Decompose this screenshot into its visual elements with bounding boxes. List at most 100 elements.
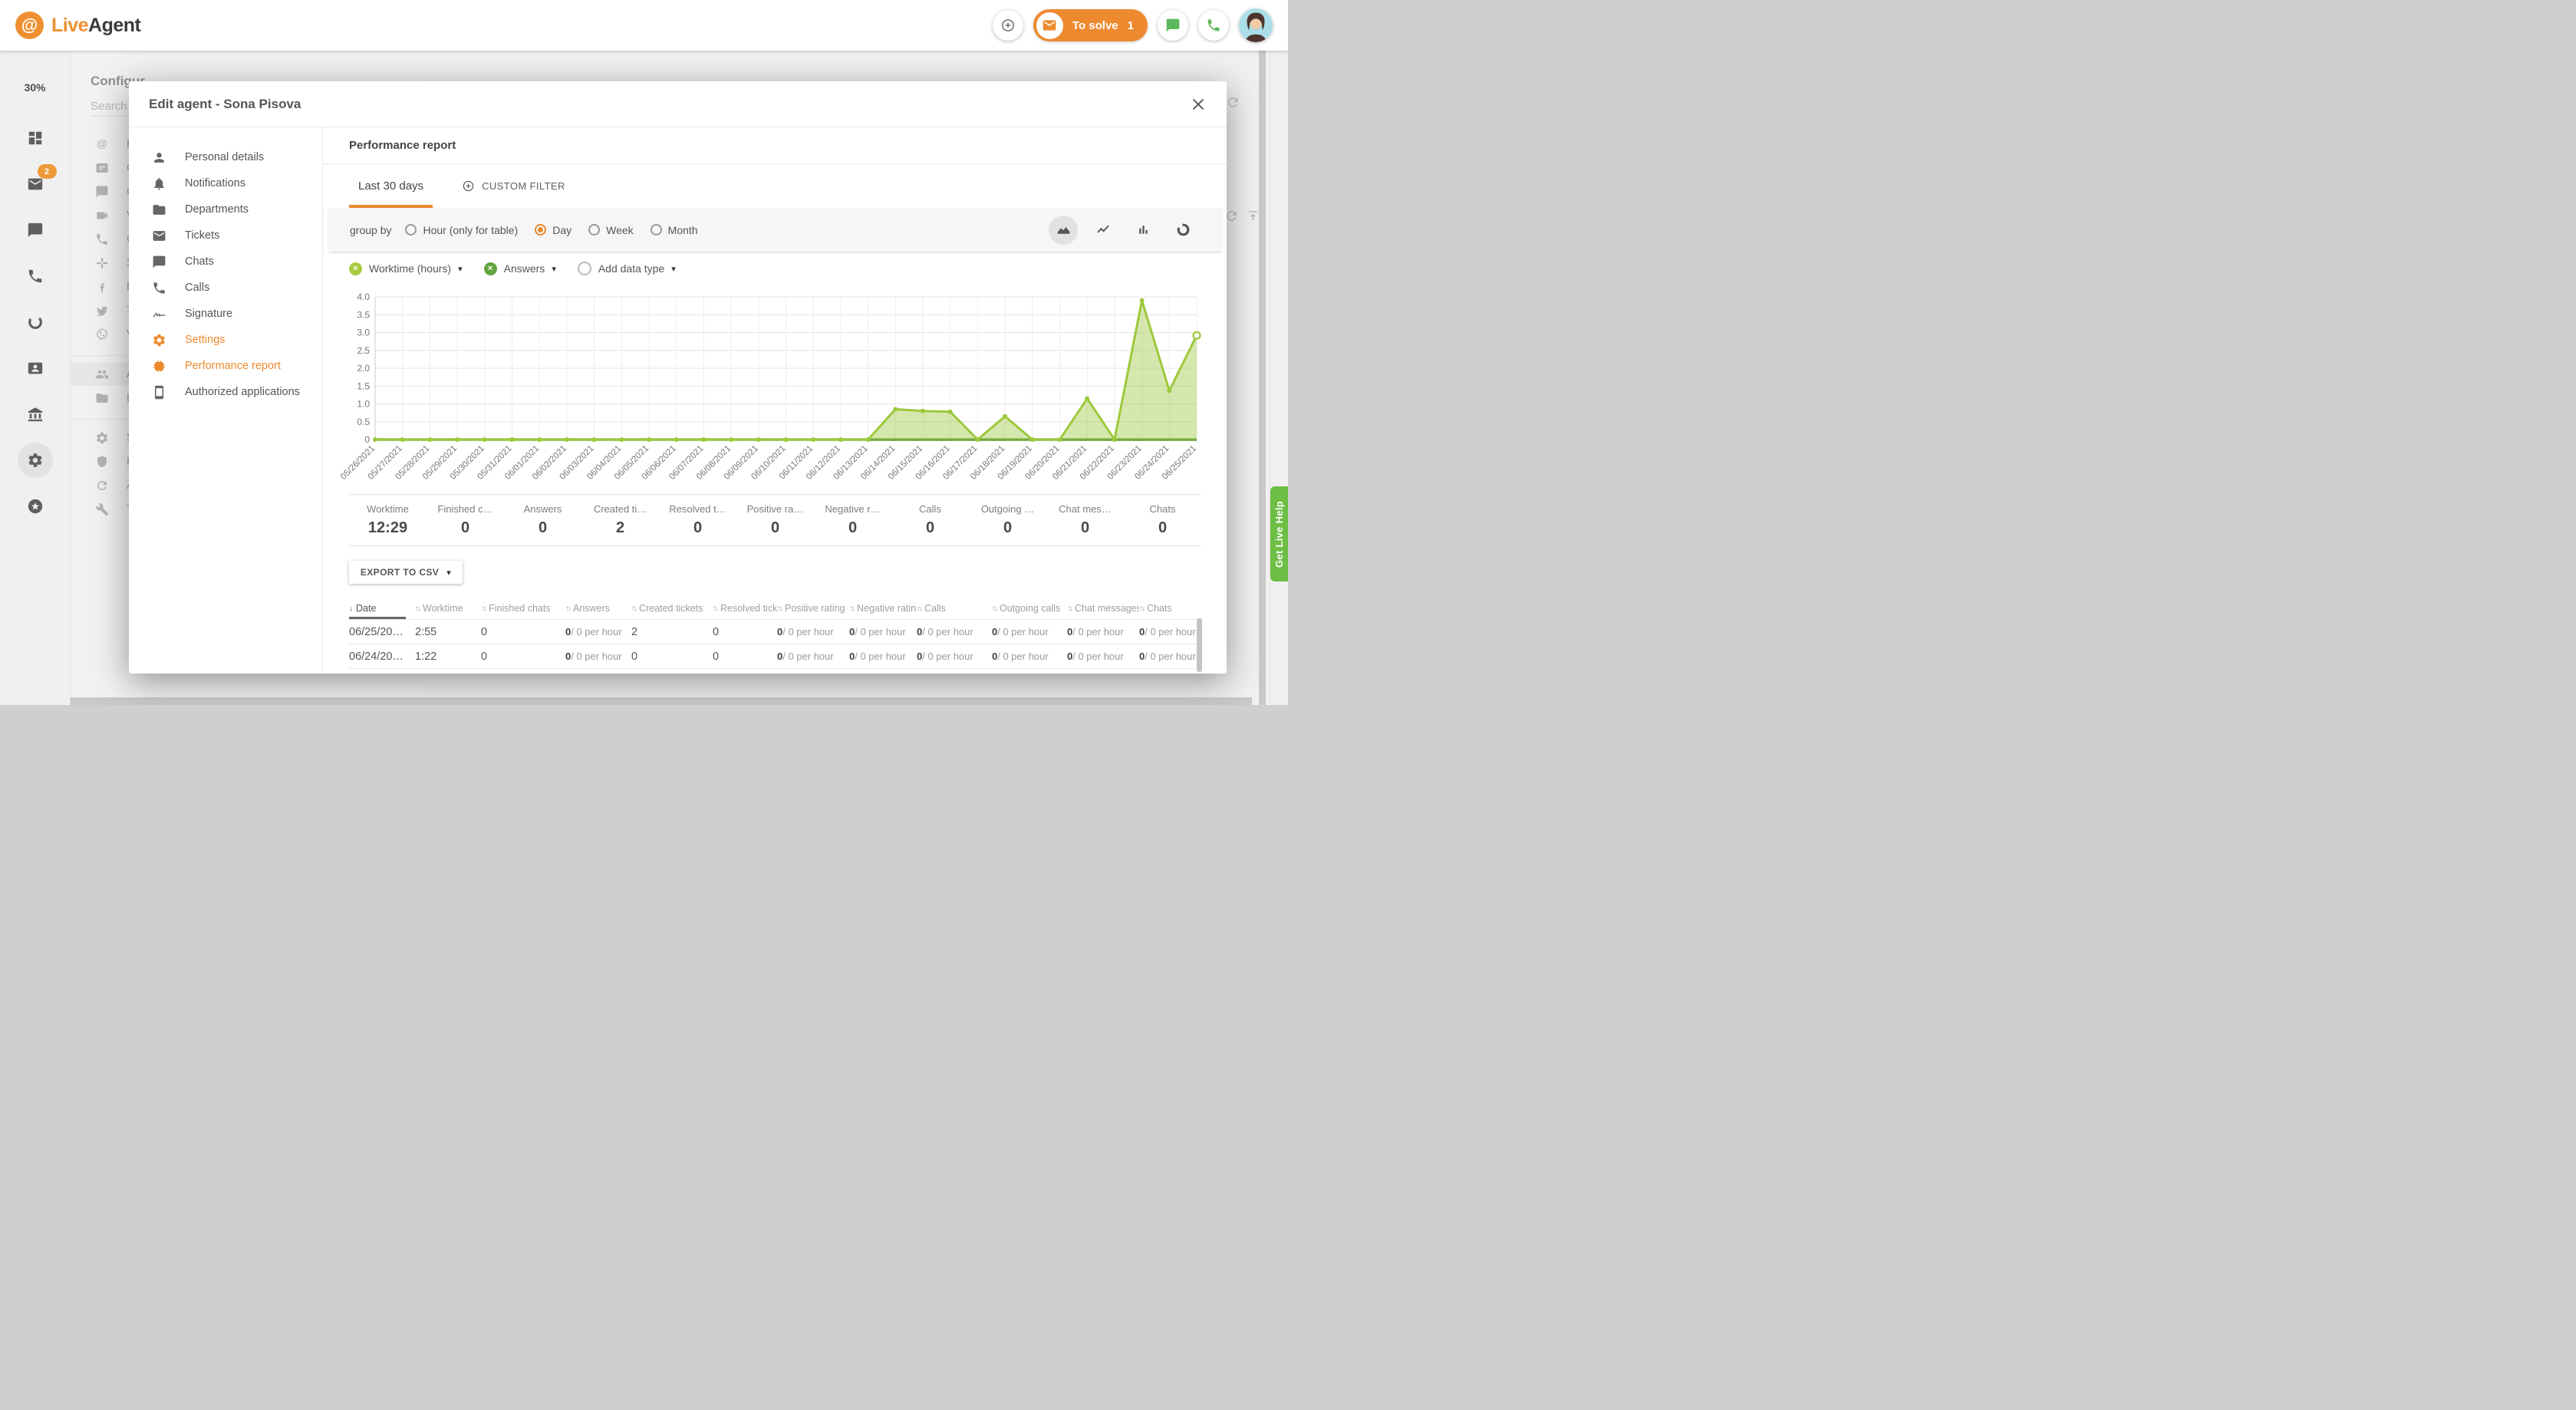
modal-nav-label: Signature	[185, 308, 232, 320]
column-header-positive-rating[interactable]: ↑↓Positive rating	[777, 598, 849, 619]
chip-label: Answers	[504, 262, 545, 275]
calls-button[interactable]	[1198, 10, 1229, 41]
chip-worktime-hours-[interactable]: ×Worktime (hours)▾	[349, 262, 463, 275]
column-label: Answers	[573, 603, 610, 614]
stat-finished-c-: Finished c…0	[427, 503, 504, 537]
modal-nav-chats[interactable]: Chats	[129, 249, 322, 275]
radio-week[interactable]: Week	[588, 224, 634, 236]
group-by-label: group by	[350, 224, 391, 236]
table-row: 06/24/20…1:2200 / 0 per hour000 / 0 per …	[349, 644, 1201, 668]
user-avatar[interactable]	[1239, 8, 1273, 42]
stat-worktime: Worktime12:29	[349, 503, 427, 537]
to-solve-button[interactable]: To solve 1	[1033, 9, 1148, 41]
rail-company-icon[interactable]	[17, 391, 54, 437]
radio-day[interactable]: Day	[535, 224, 572, 236]
svg-text:1.5: 1.5	[357, 381, 370, 391]
rail-chat-icon[interactable]	[17, 207, 54, 253]
column-header-calls[interactable]: ↑↓Calls	[917, 598, 992, 619]
export-to-csv-button[interactable]: EXPORT TO CSV ▾	[349, 561, 463, 584]
page-vertical-scrollbar[interactable]	[1259, 51, 1266, 705]
modal-nav-tickets[interactable]: Tickets	[129, 222, 322, 249]
page-horizontal-scrollbar[interactable]	[71, 697, 1252, 705]
donut-chart-icon[interactable]	[1168, 216, 1197, 245]
column-header-finished-chats[interactable]: ↑↓Finished chats	[481, 598, 565, 619]
table-cell: 0 / 0 per hour	[1067, 620, 1139, 644]
chevron-down-icon: ▾	[552, 264, 556, 274]
folder-icon	[95, 391, 109, 405]
column-header-negative-rating[interactable]: ↑↓Negative rating	[849, 598, 917, 619]
table-scrollbar[interactable]	[1197, 618, 1202, 672]
column-header-resolved-tickets[interactable]: ↑↓Resolved tickets	[713, 598, 777, 619]
modal-nav-authorized-applications[interactable]: Authorized applications	[129, 379, 322, 405]
folder-icon	[152, 203, 166, 217]
rail-gear-icon[interactable]	[17, 437, 54, 483]
rail-mail-icon[interactable]: 2	[17, 161, 54, 207]
rail-badge-icon[interactable]	[17, 483, 54, 529]
svg-text:0.5: 0.5	[357, 417, 370, 427]
modal-nav-calls[interactable]: Calls	[129, 275, 322, 301]
export-label: EXPORT TO CSV	[361, 567, 439, 578]
modal-header: Edit agent - Sona Pisova	[129, 81, 1227, 127]
line-chart-icon[interactable]	[1089, 216, 1118, 245]
column-header-outgoing-calls[interactable]: ↑↓Outgoing calls	[992, 598, 1067, 619]
close-icon	[1190, 96, 1207, 113]
remove-series-icon[interactable]: ×	[484, 262, 497, 275]
column-header-chats[interactable]: ↑↓Chats	[1139, 598, 1201, 619]
modal-nav-settings[interactable]: Settings	[129, 327, 322, 353]
sync-icon	[95, 479, 109, 493]
rail-contacts-icon[interactable]	[17, 345, 54, 391]
modal-nav-notifications[interactable]: Notifications	[129, 170, 322, 196]
table-cell: 2:55	[415, 620, 481, 644]
radio-month[interactable]: Month	[651, 224, 698, 236]
modal-nav-signature[interactable]: Signature	[129, 301, 322, 327]
get-live-help-button[interactable]: Get Live Help	[1270, 486, 1288, 581]
modal-nav-performance-report[interactable]: Performance report	[129, 353, 322, 379]
table-cell: 06/24/20…	[349, 644, 415, 668]
remove-series-icon[interactable]: ×	[349, 262, 362, 275]
to-solve-label: To solve	[1072, 19, 1118, 32]
rail-phone-icon[interactable]	[17, 253, 54, 299]
phone-icon	[95, 232, 109, 246]
chip-answers[interactable]: × Answers ▾	[484, 262, 556, 275]
column-header-answers[interactable]: ↑↓Answers	[565, 598, 631, 619]
shield-icon	[95, 455, 109, 469]
column-label: Created tickets	[639, 603, 703, 614]
chip-add-data-type[interactable]: Add data type▾	[578, 262, 676, 275]
table-header-row: ↓Date↑↓Worktime↑↓Finished chats↑↓Answers…	[349, 598, 1201, 619]
column-header-worktime[interactable]: ↑↓Worktime	[415, 598, 481, 619]
modal-nav-departments[interactable]: Departments	[129, 196, 322, 222]
modal-nav-label: Departments	[185, 203, 249, 216]
svg-text:2.0: 2.0	[357, 363, 370, 374]
column-header-created-tickets[interactable]: ↑↓Created tickets	[631, 598, 713, 619]
people-icon	[95, 367, 109, 381]
bar-chart-icon[interactable]	[1128, 216, 1158, 245]
gear-icon	[95, 431, 109, 445]
table-cell: 0	[713, 669, 777, 674]
column-label: Chat messages	[1075, 603, 1139, 614]
envelope-icon	[152, 229, 166, 243]
add-button[interactable]	[993, 10, 1023, 41]
sort-icon: ↑↓	[1139, 605, 1144, 613]
signature-icon	[152, 307, 166, 321]
tab-custom-filter[interactable]: CUSTOM FILTER	[453, 164, 575, 208]
area-chart-icon[interactable]	[1049, 216, 1078, 245]
person-icon	[152, 150, 166, 165]
column-label: Negative rating	[857, 603, 917, 614]
column-header-date[interactable]: ↓Date	[349, 598, 415, 619]
plus-circle-icon	[462, 180, 475, 193]
left-icon-rail: 30% 2	[0, 51, 71, 705]
chats-button[interactable]	[1158, 10, 1188, 41]
tab-last-30-days[interactable]: Last 30 days	[349, 164, 433, 208]
column-header-chat-messages[interactable]: ↑↓Chat messages	[1067, 598, 1139, 619]
modal-title: Edit agent - Sona Pisova	[149, 97, 301, 112]
radio-hour-only-for-table-[interactable]: Hour (only for table)	[405, 224, 518, 236]
modal-nav-label: Performance report	[185, 360, 281, 372]
close-button[interactable]	[1190, 96, 1207, 113]
rail-dashboard-icon[interactable]	[17, 115, 54, 161]
wrench-icon	[95, 502, 109, 516]
modal-body: Personal detailsNotifications Departments…	[129, 127, 1227, 674]
app-screen: @ LiveAgent To solve 1	[0, 0, 1288, 705]
modal-nav-personal-details[interactable]: Personal details	[129, 144, 322, 170]
refresh-icon[interactable]	[1226, 95, 1240, 110]
rail-reports-icon[interactable]	[17, 299, 54, 345]
